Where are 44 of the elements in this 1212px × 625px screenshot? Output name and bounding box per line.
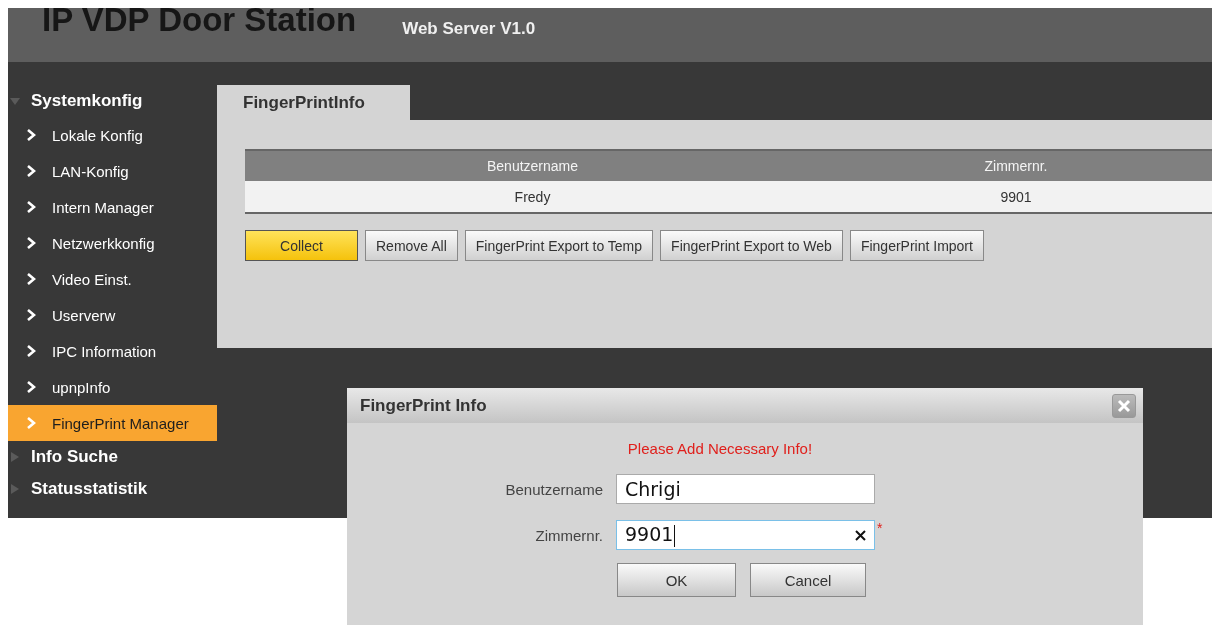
required-mark: * <box>877 520 884 536</box>
action-button[interactable]: FingerPrint Export to Web <box>660 230 843 261</box>
collect-button[interactable]: Collect <box>245 230 358 261</box>
sidebar-item[interactable]: FingerPrint Manager <box>8 405 217 441</box>
chevron-right-icon <box>26 237 36 249</box>
field-label: Benutzername <box>504 480 603 498</box>
sidebar-item[interactable]: Userverw <box>8 297 217 333</box>
cancel-button[interactable]: Cancel <box>750 563 866 597</box>
sidebar-item[interactable]: Netzwerkkonfig <box>8 225 217 261</box>
table-cell: Fredy <box>245 181 820 212</box>
sidebar-group[interactable]: Info Suche <box>31 447 118 467</box>
column-header: Benutzername <box>245 151 820 181</box>
sidebar-item[interactable]: LAN-Konfig <box>8 153 217 189</box>
chevron-right-icon <box>26 417 36 429</box>
column-header: Zimmernr. <box>820 151 1212 181</box>
input-field[interactable]: Chrigi <box>616 474 875 504</box>
tab[interactable]: FingerPrintInfo <box>217 85 410 120</box>
close-icon <box>1117 398 1131 413</box>
chevron-right-icon <box>26 201 36 213</box>
dialog-title: FingerPrint Info <box>360 395 487 416</box>
sidebar-group[interactable]: Statusstatistik <box>31 479 148 499</box>
sidebar-item[interactable]: upnpInfo <box>8 369 217 405</box>
chevron-right-icon <box>26 165 36 177</box>
error-message: Please Add Necessary Info! <box>627 440 813 457</box>
sidebar-item[interactable]: Lokale Konfig <box>8 117 217 153</box>
input-field[interactable]: 9901 <box>616 520 875 550</box>
chevron-right-icon <box>26 273 36 285</box>
field-label: Zimmernr. <box>534 526 603 544</box>
close-button[interactable] <box>1112 393 1136 418</box>
chevron-right-icon <box>26 381 36 393</box>
chevron-right-icon <box>26 345 36 357</box>
table-cell: 9901 <box>820 181 1212 212</box>
page-subtitle: Web Server V1.0 <box>402 19 536 39</box>
action-button[interactable]: FingerPrint Export to Temp <box>464 230 654 261</box>
action-button[interactable]: FingerPrint Import <box>849 230 984 261</box>
sidebar-item[interactable]: Intern Manager <box>8 189 217 225</box>
sidebar-item[interactable]: Video Einst. <box>8 261 217 297</box>
chevron-right-icon <box>26 309 36 321</box>
chevron-right-icon <box>26 129 36 141</box>
clear-icon[interactable] <box>855 529 866 541</box>
action-button[interactable]: Remove All <box>365 230 458 261</box>
ok-button[interactable]: OK <box>617 563 736 597</box>
sidebar-group[interactable]: Systemkonfig <box>31 91 143 111</box>
sidebar-item[interactable]: IPC Information <box>8 333 217 369</box>
